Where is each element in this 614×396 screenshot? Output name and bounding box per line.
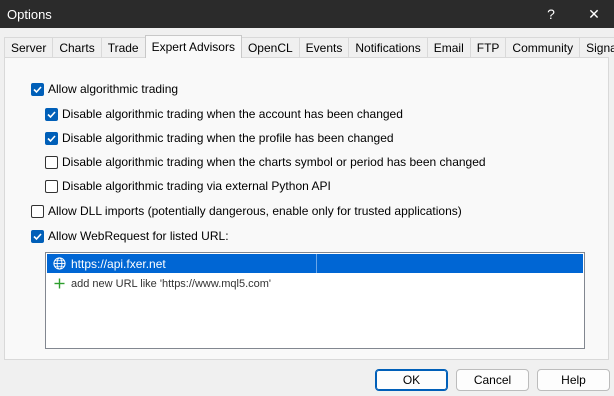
help-icon[interactable]: ?	[536, 0, 566, 28]
add-url-row[interactable]: add new URL like 'https://www.mql5.com'	[47, 274, 583, 293]
ok-button[interactable]: OK	[375, 369, 448, 391]
tab-notifications[interactable]: Notifications	[348, 37, 428, 58]
url-list-item[interactable]: https://api.fxer.net	[47, 254, 583, 273]
disable-on-symbol-change-option[interactable]: Disable algorithmic trading when the cha…	[45, 154, 486, 170]
globe-icon	[51, 256, 67, 272]
tab-server[interactable]: Server	[4, 37, 54, 58]
close-icon[interactable]: ✕	[574, 0, 614, 28]
tab-ftp[interactable]: FTP	[469, 37, 507, 58]
title-bar: Options ? ✕	[0, 0, 614, 28]
disable-on-profile-change-option[interactable]: Disable algorithmic trading when the pro…	[45, 130, 394, 146]
allow-dll-imports-label: Allow DLL imports (potentially dangerous…	[48, 204, 462, 218]
disable-python-api-label: Disable algorithmic trading via external…	[62, 179, 331, 193]
allow-algo-trading-checkbox[interactable]	[31, 82, 44, 96]
tab-events[interactable]: Events	[298, 37, 350, 58]
webrequest-url-list[interactable]: https://api.fxer.net add new URL like 'h…	[45, 252, 585, 349]
allow-webrequest-checkbox[interactable]	[31, 229, 44, 243]
tab-community[interactable]: Community	[505, 37, 581, 58]
cancel-button[interactable]: Cancel	[456, 369, 529, 391]
allow-algo-trading-option[interactable]: Allow algorithmic trading	[31, 81, 178, 97]
allow-webrequest-option[interactable]: Allow WebRequest for listed URL:	[31, 228, 229, 244]
tab-charts[interactable]: Charts	[52, 37, 102, 58]
window-title: Options	[7, 6, 52, 22]
disable-python-api-checkbox[interactable]	[45, 179, 58, 193]
disable-on-symbol-change-checkbox[interactable]	[45, 155, 58, 169]
disable-on-account-change-checkbox[interactable]	[45, 107, 58, 121]
allow-dll-imports-checkbox[interactable]	[31, 204, 44, 218]
tab-signals[interactable]: Signals	[579, 37, 614, 58]
tab-opencl[interactable]: OpenCL	[240, 37, 300, 58]
disable-on-symbol-change-label: Disable algorithmic trading when the cha…	[62, 155, 486, 169]
allow-webrequest-label: Allow WebRequest for listed URL:	[48, 229, 229, 243]
disable-on-profile-change-checkbox[interactable]	[45, 131, 58, 145]
disable-on-account-change-label: Disable algorithmic trading when the acc…	[62, 107, 403, 121]
add-url-hint: add new URL like 'https://www.mql5.com'	[71, 277, 272, 290]
disable-on-profile-change-label: Disable algorithmic trading when the pro…	[62, 131, 394, 145]
url-text: https://api.fxer.net	[71, 256, 166, 271]
allow-algo-trading-label: Allow algorithmic trading	[48, 82, 179, 96]
help-button[interactable]: Help	[537, 369, 610, 391]
tab-strip: Server Charts Trade Expert Advisors Open…	[4, 35, 614, 58]
tab-expert-advisors[interactable]: Expert Advisors	[144, 35, 242, 58]
tab-email[interactable]: Email	[426, 37, 471, 58]
disable-python-api-option[interactable]: Disable algorithmic trading via external…	[45, 178, 331, 194]
column-divider	[316, 254, 317, 273]
plus-icon	[51, 276, 67, 292]
disable-on-account-change-option[interactable]: Disable algorithmic trading when the acc…	[45, 106, 403, 122]
allow-dll-imports-option[interactable]: Allow DLL imports (potentially dangerous…	[31, 203, 462, 219]
tab-trade[interactable]: Trade	[100, 37, 146, 58]
